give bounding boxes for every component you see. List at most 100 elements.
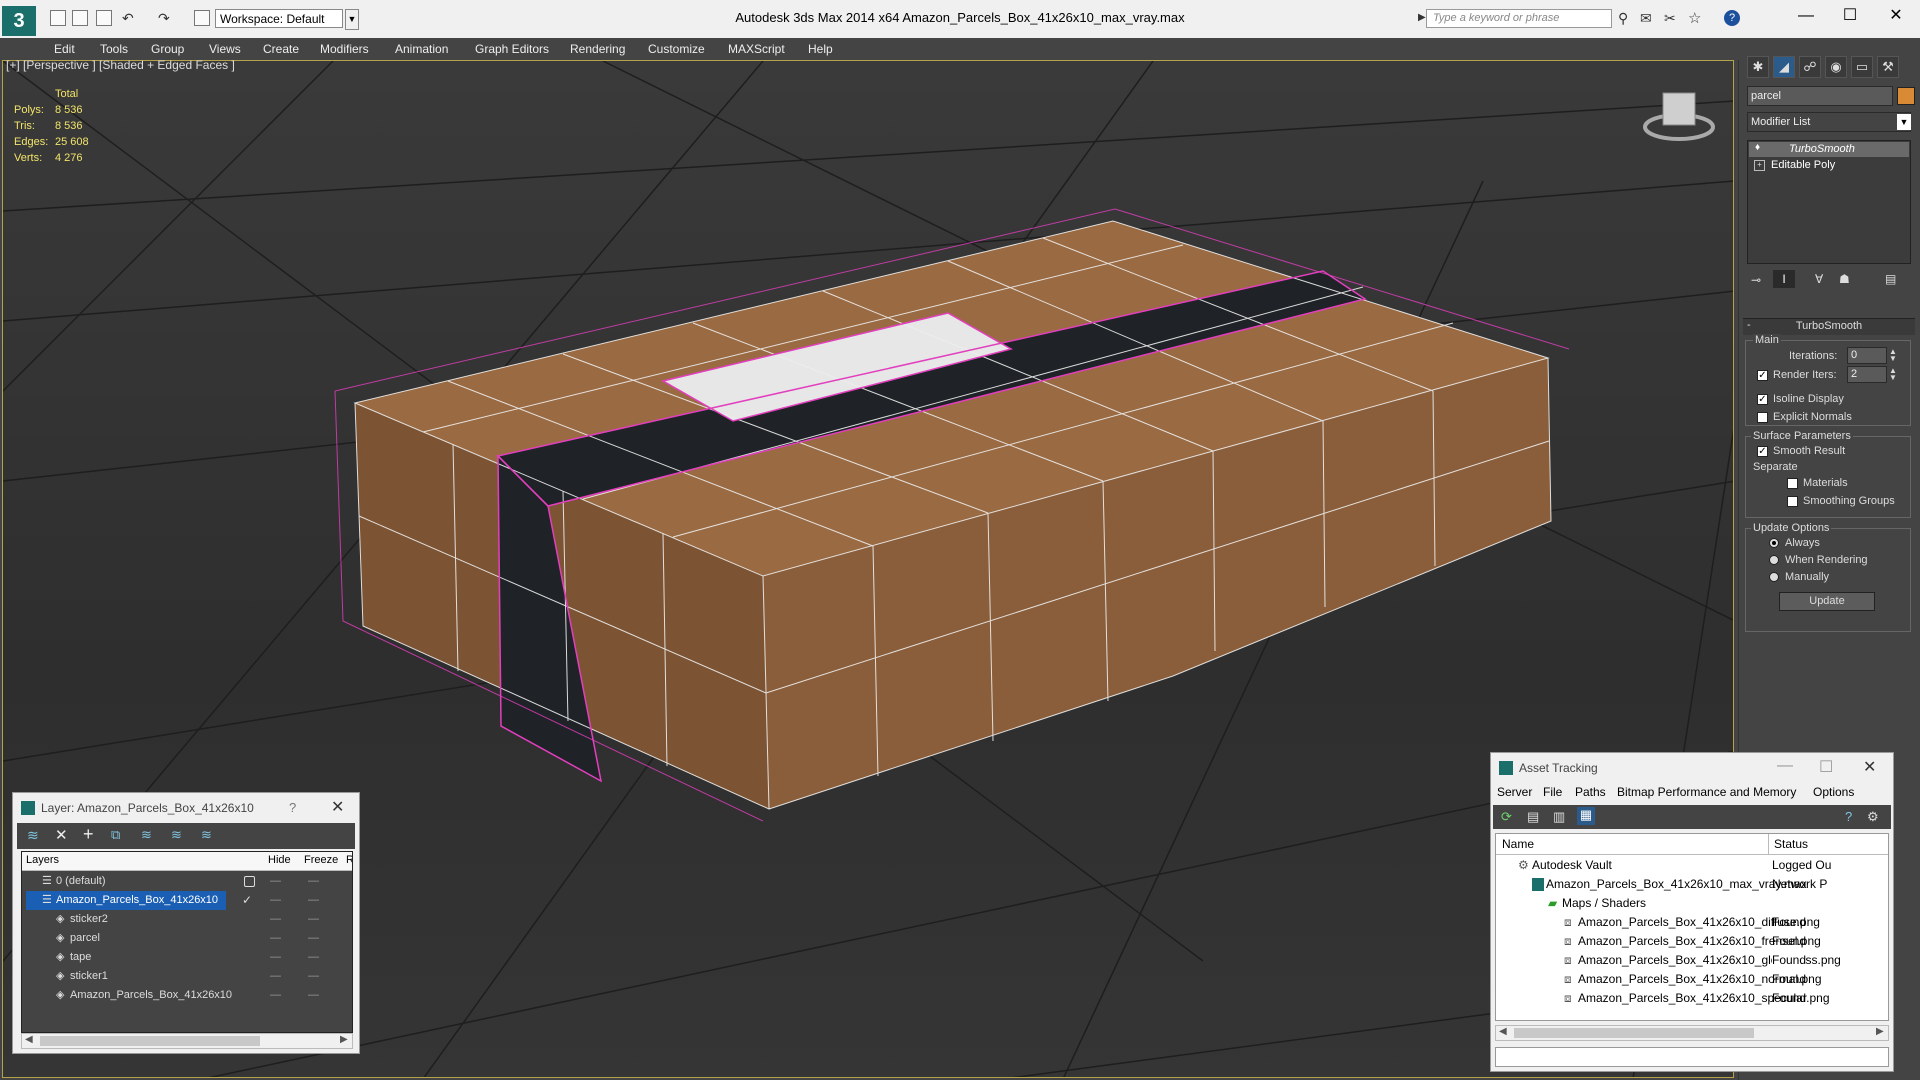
hide-all-layers-icon[interactable]: ≋ xyxy=(201,827,212,843)
stack-item-turbosmooth[interactable]: ♦ TurboSmooth xyxy=(1749,142,1909,157)
freeze-toggle[interactable]: — xyxy=(308,891,319,910)
menu-modifiers[interactable]: Modifiers xyxy=(320,42,369,56)
freeze-toggle[interactable]: — xyxy=(308,967,319,986)
asset-row[interactable]: ⧈ Amazon_Parcels_Box_41x26x10_diffuse.pn… xyxy=(1496,913,1888,932)
scroll-right-icon[interactable]: ▶ xyxy=(340,1034,348,1045)
when-rendering-radio[interactable] xyxy=(1769,555,1779,565)
asset-row[interactable]: ⧈ Amazon_Parcels_Box_41x26x10_normal.png… xyxy=(1496,970,1888,989)
viewport-label[interactable]: [+] [Perspective ] [Shaded + Edged Faces… xyxy=(6,58,235,72)
iterations-spinner[interactable]: 0 xyxy=(1847,347,1887,364)
column-render[interactable]: R xyxy=(346,854,352,866)
object-color-swatch[interactable] xyxy=(1897,87,1915,105)
minimize-window-button[interactable]: — xyxy=(1786,4,1826,28)
asset-row[interactable]: ⧈ Amazon_Parcels_Box_41x26x10_glossiness… xyxy=(1496,951,1888,970)
search-expand-icon[interactable]: ▶ xyxy=(1418,12,1426,23)
update-button[interactable]: Update xyxy=(1779,592,1875,611)
add-selection-icon[interactable]: ⧉ xyxy=(111,827,120,843)
scroll-left-icon[interactable]: ◀ xyxy=(25,1034,33,1045)
utilities-tab-icon[interactable]: ⚒ xyxy=(1877,56,1899,78)
hierarchy-tab-icon[interactable]: ☍ xyxy=(1799,56,1821,78)
smooth-result-checkbox[interactable]: ✓ xyxy=(1757,446,1768,457)
freeze-toggle[interactable]: — xyxy=(308,929,319,948)
checkmark-icon[interactable]: ✓ xyxy=(242,891,252,910)
maximize-dialog-button[interactable]: ☐ xyxy=(1819,757,1833,777)
column-freeze[interactable]: Freeze xyxy=(304,854,338,866)
scroll-right-icon[interactable]: ▶ xyxy=(1876,1026,1884,1037)
hide-toggle[interactable]: — xyxy=(270,929,281,948)
motion-tab-icon[interactable]: ◉ xyxy=(1825,56,1847,78)
close-dialog-button[interactable]: ✕ xyxy=(331,797,344,817)
current-layer-indicator[interactable] xyxy=(244,876,255,887)
manually-radio[interactable] xyxy=(1769,572,1779,582)
horizontal-scrollbar[interactable]: ◀ ▶ xyxy=(1495,1025,1889,1041)
create-tab-icon[interactable]: ✱ xyxy=(1747,56,1769,78)
display-tab-icon[interactable]: ▭ xyxy=(1851,56,1873,78)
tree-view-icon[interactable]: ▥ xyxy=(1553,809,1565,825)
menu-options[interactable]: Options xyxy=(1813,785,1854,799)
menu-server[interactable]: Server xyxy=(1497,785,1532,799)
binoculars-icon[interactable]: ⚲ xyxy=(1618,10,1628,27)
chevron-down-icon[interactable]: ▼ xyxy=(1897,114,1911,130)
help-icon[interactable]: ? xyxy=(1724,10,1740,26)
help-icon[interactable]: ? xyxy=(289,800,296,815)
scrollbar-thumb[interactable] xyxy=(40,1036,260,1046)
scrollbar-thumb[interactable] xyxy=(1514,1028,1754,1038)
layer-object-row[interactable]: ◈ tape — — xyxy=(22,948,352,967)
menu-customize[interactable]: Customize xyxy=(648,42,705,56)
layer-object-row[interactable]: ◈ sticker2 — — xyxy=(22,910,352,929)
lightbulb-icon[interactable]: ♦ xyxy=(1755,142,1760,153)
menu-graph-editors[interactable]: Graph Editors xyxy=(475,42,549,56)
make-unique-icon[interactable]: ∀ xyxy=(1815,272,1823,286)
hide-toggle[interactable]: — xyxy=(270,872,281,891)
settings-icon[interactable]: ⚙ xyxy=(1867,809,1879,825)
spinner-arrows-icon[interactable]: ▲ ▼ xyxy=(1889,367,1897,382)
menu-paths[interactable]: Paths xyxy=(1575,785,1606,799)
remove-modifier-icon[interactable]: ☗ xyxy=(1839,272,1850,286)
object-name-field[interactable]: parcel xyxy=(1747,86,1893,106)
pin-stack-icon[interactable]: ⊸ xyxy=(1751,273,1761,287)
close-dialog-button[interactable]: ✕ xyxy=(1863,757,1876,777)
minimize-dialog-button[interactable]: — xyxy=(1777,757,1793,775)
table-view-icon[interactable]: ▦ xyxy=(1577,807,1595,825)
spinner-arrows-icon[interactable]: ▲ ▼ xyxy=(1889,348,1897,363)
menu-tools[interactable]: Tools xyxy=(100,42,128,56)
column-name[interactable]: Name xyxy=(1502,837,1534,851)
menu-views[interactable]: Views xyxy=(209,42,241,56)
menu-create[interactable]: Create xyxy=(263,42,299,56)
layer-object-row[interactable]: ◈ parcel — — xyxy=(22,929,352,948)
scroll-left-icon[interactable]: ◀ xyxy=(1499,1026,1507,1037)
modify-tab-icon[interactable]: ◢ xyxy=(1773,56,1795,78)
freeze-toggle[interactable]: — xyxy=(308,872,319,891)
explicit-normals-checkbox[interactable] xyxy=(1757,412,1768,423)
menu-maxscript[interactable]: MAXScript xyxy=(728,42,785,56)
maximize-window-button[interactable]: ☐ xyxy=(1830,4,1870,28)
column-layers[interactable]: Layers xyxy=(26,854,59,866)
column-status[interactable]: Status xyxy=(1774,837,1808,851)
layers-icon[interactable]: ≋ xyxy=(27,827,39,844)
freeze-toggle[interactable]: — xyxy=(308,910,319,929)
subscription-icon[interactable]: ✂ xyxy=(1664,10,1676,27)
layer-row[interactable]: ☰ 0 (default) — — xyxy=(22,872,352,891)
freeze-toggle[interactable]: — xyxy=(308,948,319,967)
menu-file[interactable]: File xyxy=(1543,785,1562,799)
menu-edit[interactable]: Edit xyxy=(54,42,75,56)
hide-toggle[interactable]: — xyxy=(270,891,281,910)
show-end-result-icon[interactable]: I xyxy=(1773,270,1795,288)
highlight-layer-icon[interactable]: ≋ xyxy=(171,827,182,843)
turbosmooth-rollout-header[interactable]: - TurboSmooth xyxy=(1743,318,1915,335)
always-radio[interactable] xyxy=(1769,538,1779,548)
asset-row[interactable]: ⚙ Autodesk Vault Logged Ou xyxy=(1496,856,1888,875)
horizontal-scrollbar[interactable]: ◀ ▶ xyxy=(21,1033,353,1049)
add-layer-icon[interactable]: + xyxy=(83,824,94,845)
search-input[interactable]: Type a keyword or phrase xyxy=(1426,9,1612,28)
communication-center-icon[interactable]: ✉ xyxy=(1640,10,1652,27)
hide-toggle[interactable]: — xyxy=(270,967,281,986)
materials-checkbox[interactable] xyxy=(1787,478,1798,489)
close-window-button[interactable]: ✕ xyxy=(1876,4,1916,28)
menu-bitmap-performance[interactable]: Bitmap Performance and Memory xyxy=(1617,785,1796,799)
configure-modifier-sets-icon[interactable]: ▤ xyxy=(1885,272,1896,286)
layer-object-row[interactable]: ◈ Amazon_Parcels_Box_41x26x10 — — xyxy=(22,986,352,1005)
asset-row[interactable]: ⧈ Amazon_Parcels_Box_41x26x10_frensel.pn… xyxy=(1496,932,1888,951)
freeze-toggle[interactable]: — xyxy=(308,986,319,1005)
list-view-icon[interactable]: ▤ xyxy=(1527,809,1539,825)
